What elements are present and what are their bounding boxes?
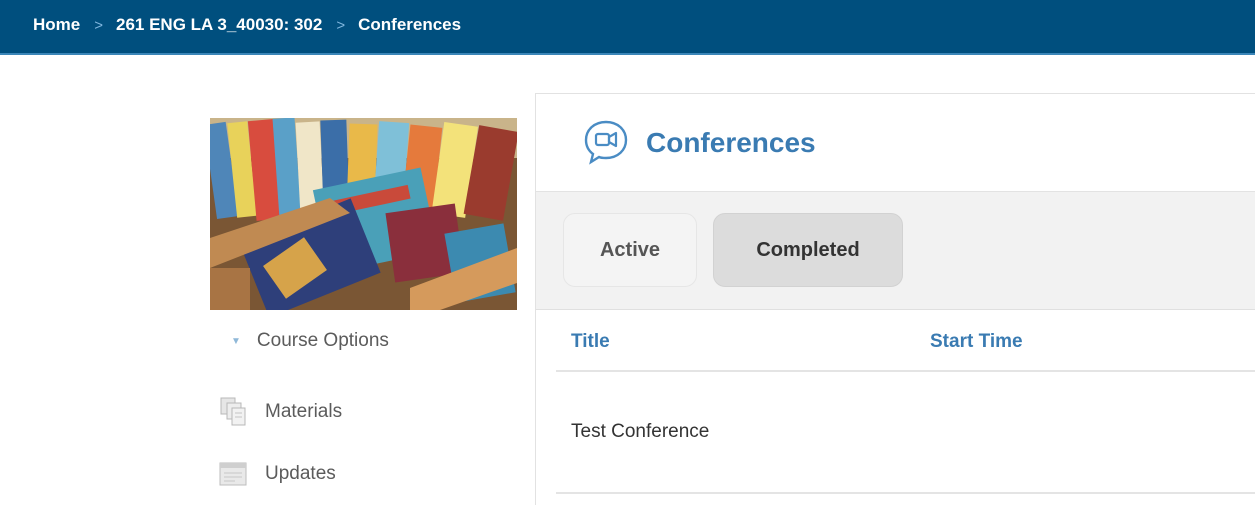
course-options-toggle[interactable]: ▼ Course Options [231,330,389,352]
conference-title-cell: Test Conference [571,421,710,442]
breadcrumb-course[interactable]: 261 ENG LA 3_40030: 302 [116,15,322,35]
breadcrumb: Home > 261 ENG LA 3_40030: 302 > Confere… [33,15,461,35]
breadcrumb-separator: > [336,16,346,34]
column-header-title[interactable]: Title [571,331,610,353]
materials-icon [218,397,248,427]
sidebar-item-label: Materials [265,401,343,422]
course-image [210,118,517,310]
top-navigation-bar: Home > 261 ENG LA 3_40030: 302 > Confere… [0,0,1255,55]
conferences-panel: Conferences Active Completed Title Start… [535,93,1255,505]
tab-completed[interactable]: Completed [713,213,903,287]
breadcrumb-home[interactable]: Home [33,15,80,35]
panel-header: Conferences [536,94,1255,192]
sidebar-item-materials[interactable]: Materials [218,397,342,427]
video-chat-icon [581,117,631,167]
page-title: Conferences [646,127,816,158]
tab-bar: Active Completed [536,192,1255,310]
tab-active[interactable]: Active [563,213,697,287]
sidebar-item-label: Updates [265,463,336,484]
breadcrumb-conferences[interactable]: Conferences [358,15,461,35]
table-row[interactable]: Test Conference [556,372,1255,494]
updates-icon [218,459,248,489]
table-header: Title Start Time [556,310,1255,372]
column-header-start-time[interactable]: Start Time [930,331,1023,353]
breadcrumb-separator: > [94,16,103,34]
course-options-label: Course Options [256,330,389,351]
caret-down-icon: ▼ [231,335,241,347]
sidebar-item-updates[interactable]: Updates [218,459,336,489]
